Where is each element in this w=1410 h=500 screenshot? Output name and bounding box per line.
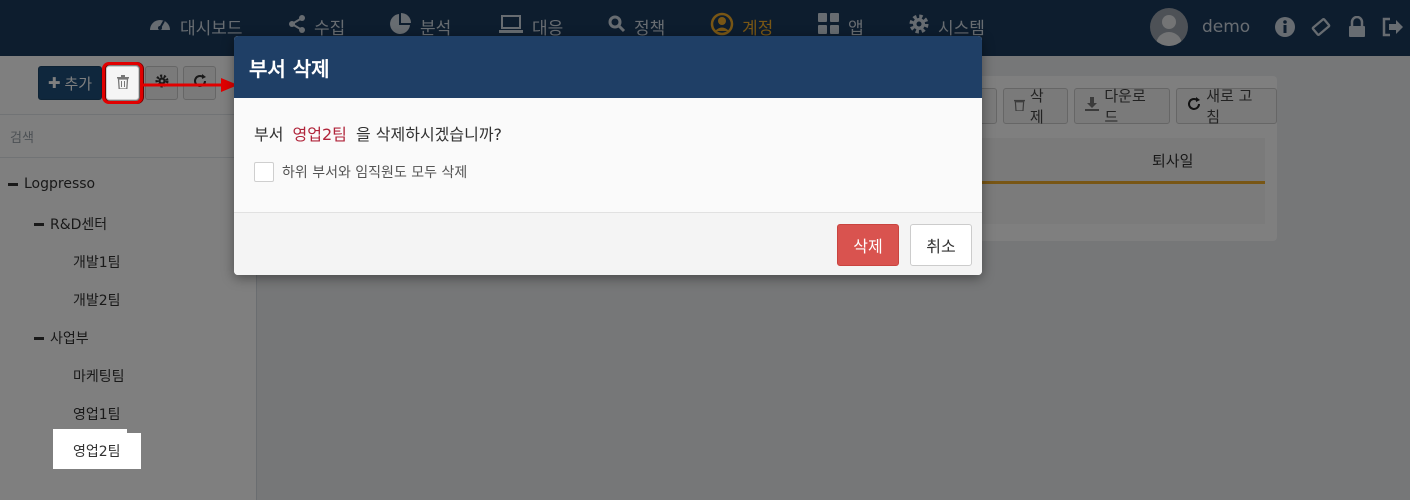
trash-icon [116,74,129,93]
delete-children-checkbox[interactable] [254,162,274,182]
delete-children-label: 하위 부서와 임직원도 모두 삭제 [282,165,468,181]
question-prefix: 부서 [254,125,284,144]
confirm-question: 부서 영업2팀 을 삭제하시겠습니까? [254,121,502,145]
dialog-footer: 삭제 취소 [234,213,982,275]
question-suffix: 을 삭제하시겠습니까? [355,125,503,144]
delete-children-option[interactable]: 하위 부서와 임직원도 모두 삭제 [254,162,467,182]
tree-node-sales2-selected[interactable]: 영업2팀 [53,433,141,469]
dialog-body: 부서 영업2팀 을 삭제하시겠습니까? 하위 부서와 임직원도 모두 삭제 [234,98,982,213]
tree-node-label: 영업2팀 [73,444,121,460]
dialog-title: 부서 삭제 [234,36,982,98]
confirm-delete-button[interactable]: 삭제 [837,224,899,266]
cancel-button[interactable]: 취소 [910,224,972,266]
delete-department-dialog: 부서 삭제 부서 영업2팀 을 삭제하시겠습니까? 하위 부서와 임직원도 모두… [234,36,982,275]
highlighted-trash-button[interactable] [102,62,143,104]
annotation-arrow-icon [143,78,238,92]
target-department: 영업2팀 [292,125,347,144]
